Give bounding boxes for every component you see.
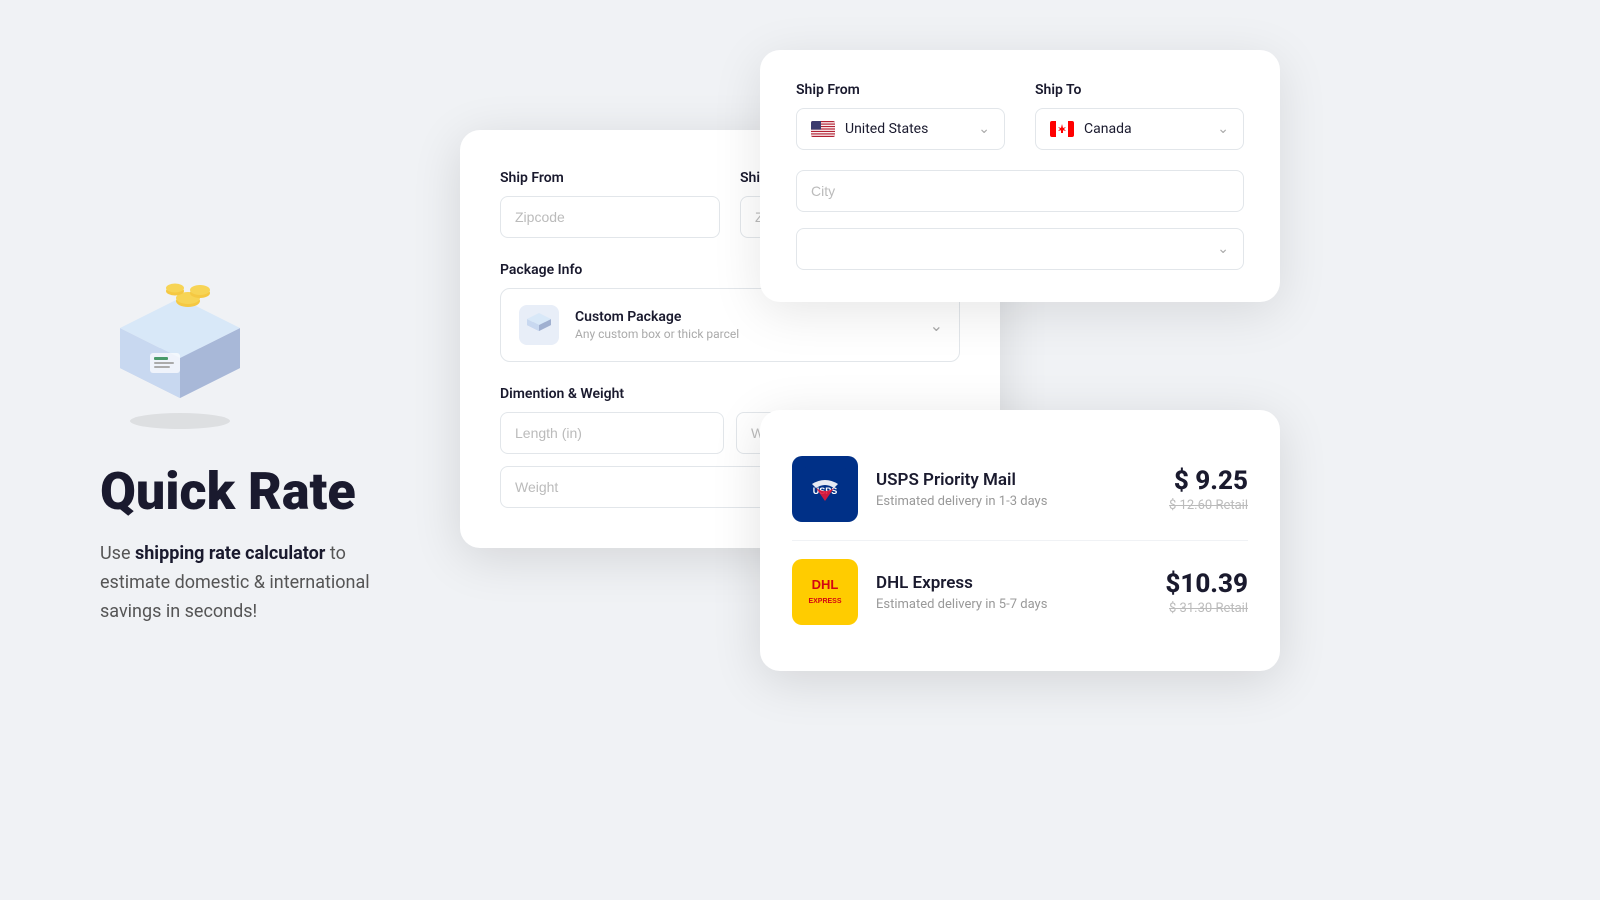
ship-from-country-dropdown[interactable]: United States ⌄ (796, 108, 1005, 150)
usps-logo: USPS (792, 456, 858, 522)
us-flag-icon (811, 121, 835, 137)
desc-bold: shipping rate calculator (135, 543, 325, 564)
intl-ship-to-label: Ship To (1035, 82, 1244, 98)
usps-price: $ 9.25 (1169, 466, 1248, 496)
dhl-info: DHL Express Estimated delivery in 5-7 da… (876, 573, 1147, 612)
intl-extra-dropdown[interactable]: ⌄ (796, 228, 1244, 270)
hero-description: Use shipping rate calculator to estimate… (100, 540, 420, 626)
dhl-price: $10.39 (1165, 569, 1248, 599)
ship-to-country-name: Canada (1084, 121, 1207, 137)
svg-text:DHL: DHL (812, 577, 839, 592)
dhl-retail: $ 31.30 Retail (1165, 601, 1248, 616)
intl-ship-from-label: Ship From (796, 82, 1005, 98)
rate-item-usps: USPS USPS Priority Mail Estimated delive… (792, 438, 1248, 541)
package-chevron-icon: ⌄ (930, 316, 943, 335)
usps-info: USPS Priority Mail Estimated delivery in… (876, 470, 1151, 509)
hero-illustration (100, 273, 260, 433)
package-icon (517, 303, 561, 347)
dhl-name: DHL Express (876, 573, 1147, 593)
international-form-card: Ship From (760, 50, 1280, 302)
ca-flag-icon (1050, 121, 1074, 137)
ship-to-country-dropdown[interactable]: Canada ⌄ (1035, 108, 1244, 150)
left-section: Quick Rate Use shipping rate calculator … (40, 233, 460, 667)
hero-title: Quick Rate (100, 463, 420, 520)
usps-retail: $ 12.60 Retail (1169, 498, 1248, 513)
ship-from-zipcode[interactable] (500, 196, 720, 238)
package-name: Custom Package (575, 309, 916, 325)
city-input[interactable] (796, 170, 1244, 212)
intl-dropdown-chevron-icon: ⌄ (1217, 241, 1229, 257)
usps-price-col: $ 9.25 $ 12.60 Retail (1169, 466, 1248, 513)
dim-weight-label: Dimention & Weight (500, 386, 960, 402)
results-card: USPS USPS Priority Mail Estimated delive… (760, 410, 1280, 671)
length-input[interactable] (500, 412, 724, 454)
desc-prefix: Use (100, 543, 135, 564)
dhl-price-col: $10.39 $ 31.30 Retail (1165, 569, 1248, 616)
usps-eta: Estimated delivery in 1-3 days (876, 494, 1151, 509)
ship-to-chevron-icon: ⌄ (1217, 121, 1229, 137)
dhl-logo: DHL EXPRESS (792, 559, 858, 625)
rate-item-dhl: DHL EXPRESS DHL Express Estimated delive… (792, 541, 1248, 643)
ship-from-label: Ship From (500, 170, 720, 186)
usps-name: USPS Priority Mail (876, 470, 1151, 490)
ship-from-country-name: United States (845, 121, 968, 137)
dhl-eta: Estimated delivery in 5-7 days (876, 597, 1147, 612)
package-sub: Any custom box or thick parcel (575, 327, 916, 341)
cards-area: Ship From Ship To Package Info (460, 30, 1560, 870)
svg-text:EXPRESS: EXPRESS (808, 598, 841, 605)
ship-from-chevron-icon: ⌄ (978, 121, 990, 137)
